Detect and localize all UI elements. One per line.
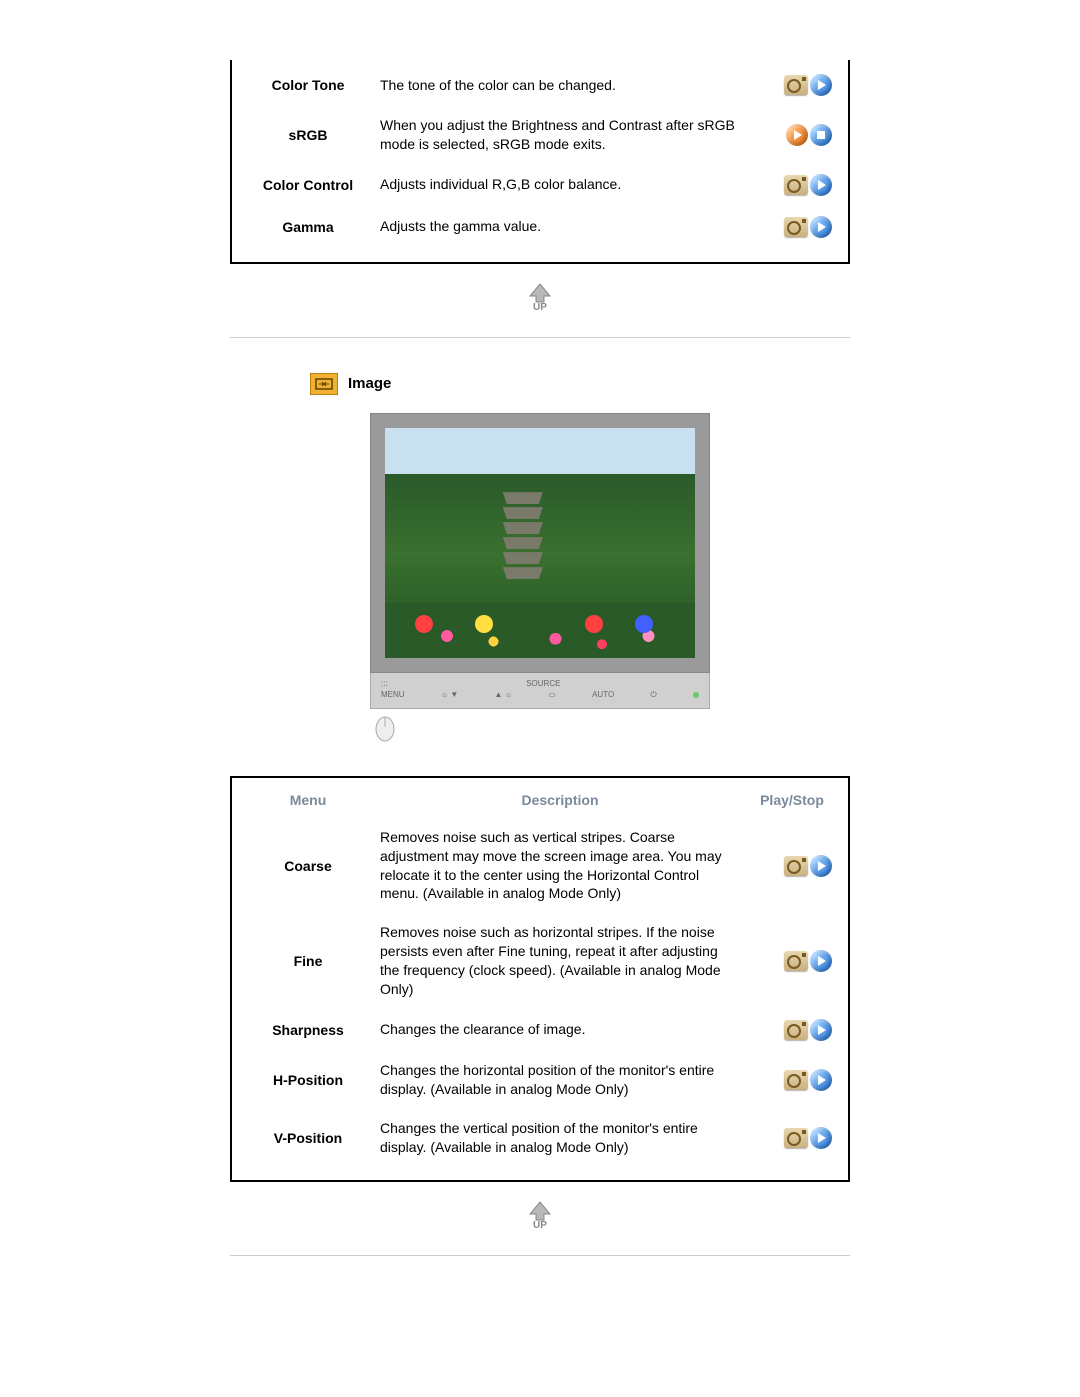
menu-cell: Sharpness bbox=[242, 1009, 374, 1051]
description-cell: Changes the clearance of image. bbox=[374, 1009, 746, 1051]
playstop-cell bbox=[746, 1009, 838, 1051]
table-row: SharpnessChanges the clearance of image. bbox=[242, 1009, 838, 1051]
play-icon[interactable] bbox=[810, 950, 832, 972]
play-icon[interactable] bbox=[810, 74, 832, 96]
image-section-title: Image bbox=[348, 375, 391, 392]
menu-button[interactable]: MENU bbox=[381, 690, 405, 699]
power-led bbox=[693, 692, 699, 698]
table-row: sRGBWhen you adjust the Brightness and C… bbox=[242, 106, 838, 164]
page-content: Color ToneThe tone of the color can be c… bbox=[230, 60, 850, 1256]
camera-icon[interactable] bbox=[784, 1020, 808, 1040]
play-icon[interactable] bbox=[810, 216, 832, 238]
description-cell: Removes noise such as horizontal stripes… bbox=[374, 913, 746, 1009]
panel-dots: ::: bbox=[381, 679, 388, 688]
monitor-screen bbox=[385, 428, 695, 658]
play-icon[interactable] bbox=[786, 124, 808, 146]
menu-cell: Color Tone bbox=[242, 64, 374, 106]
menu-cell: Gamma bbox=[242, 206, 374, 248]
header-menu: Menu bbox=[242, 782, 374, 818]
bright-down-button[interactable]: ☼ ▼ bbox=[441, 690, 458, 699]
description-cell: Adjusts individual R,G,B color balance. bbox=[374, 164, 756, 206]
menu-cell: V-Position bbox=[242, 1109, 374, 1167]
playstop-cell bbox=[756, 206, 838, 248]
description-cell: Adjusts the gamma value. bbox=[374, 206, 756, 248]
table-header-row: Menu Description Play/Stop bbox=[242, 782, 838, 818]
table-row: GammaAdjusts the gamma value. bbox=[242, 206, 838, 248]
pagoda-graphic bbox=[503, 492, 543, 592]
color-table-box: Color ToneThe tone of the color can be c… bbox=[230, 60, 850, 264]
power-button[interactable]: ⏻ bbox=[650, 690, 656, 700]
play-icon[interactable] bbox=[810, 1069, 832, 1091]
playstop-cell bbox=[756, 164, 838, 206]
color-table: Color ToneThe tone of the color can be c… bbox=[242, 64, 838, 248]
menu-cell: H-Position bbox=[242, 1051, 374, 1109]
camera-icon[interactable] bbox=[784, 217, 808, 237]
svg-text:UP: UP bbox=[533, 302, 547, 312]
bright-up-button[interactable]: ▲ ☼ bbox=[495, 690, 512, 699]
image-table: Menu Description Play/Stop CoarseRemoves… bbox=[242, 782, 838, 1167]
table-row: FineRemoves noise such as horizontal str… bbox=[242, 913, 838, 1009]
monitor-button-panel: ::: SOURCE MENU ☼ ▼ ▲ ☼ ▭ AUTO ⏻ bbox=[370, 673, 710, 709]
table-row: Color ControlAdjusts individual R,G,B co… bbox=[242, 164, 838, 206]
lantern-red bbox=[415, 615, 433, 633]
description-cell: The tone of the color can be changed. bbox=[374, 64, 756, 106]
description-cell: Changes the vertical position of the mon… bbox=[374, 1109, 746, 1167]
lantern-blue bbox=[635, 615, 653, 633]
menu-cell: Color Control bbox=[242, 164, 374, 206]
auto-button[interactable]: AUTO bbox=[592, 690, 614, 699]
playstop-cell bbox=[746, 1051, 838, 1109]
play-icon[interactable] bbox=[810, 1127, 832, 1149]
menu-cell: Fine bbox=[242, 913, 374, 1009]
monitor-illustration: ::: SOURCE MENU ☼ ▼ ▲ ☼ ▭ AUTO ⏻ bbox=[370, 413, 710, 746]
up-icon[interactable]: UP bbox=[518, 282, 562, 312]
play-icon[interactable] bbox=[810, 855, 832, 877]
up-icon[interactable]: UP bbox=[518, 1200, 562, 1230]
lantern-yellow bbox=[475, 615, 493, 633]
description-cell: Removes noise such as vertical stripes. … bbox=[374, 818, 746, 914]
source-label: SOURCE bbox=[526, 679, 560, 688]
table-row: V-PositionChanges the vertical position … bbox=[242, 1109, 838, 1167]
menu-cell: sRGB bbox=[242, 106, 374, 164]
table-row: CoarseRemoves noise such as vertical str… bbox=[242, 818, 838, 914]
header-playstop: Play/Stop bbox=[746, 782, 838, 818]
camera-icon[interactable] bbox=[784, 1128, 808, 1148]
camera-icon[interactable] bbox=[784, 951, 808, 971]
camera-icon[interactable] bbox=[784, 75, 808, 95]
camera-icon[interactable] bbox=[784, 856, 808, 876]
menu-cell: Coarse bbox=[242, 818, 374, 914]
play-icon[interactable] bbox=[810, 174, 832, 196]
divider bbox=[230, 1255, 850, 1256]
mouse-icon bbox=[370, 713, 400, 743]
svg-text:UP: UP bbox=[533, 1220, 547, 1230]
image-section-header: Image bbox=[310, 373, 850, 395]
lantern-red-2 bbox=[585, 615, 603, 633]
description-cell: Changes the horizontal position of the m… bbox=[374, 1051, 746, 1109]
playstop-cell bbox=[746, 913, 838, 1009]
header-description: Description bbox=[374, 782, 746, 818]
camera-icon[interactable] bbox=[784, 175, 808, 195]
playstop-cell bbox=[746, 1109, 838, 1167]
description-cell: When you adjust the Brightness and Contr… bbox=[374, 106, 756, 164]
playstop-cell bbox=[756, 64, 838, 106]
monitor-bezel bbox=[370, 413, 710, 673]
divider bbox=[230, 337, 850, 338]
camera-icon[interactable] bbox=[784, 1070, 808, 1090]
table-row: H-PositionChanges the horizontal positio… bbox=[242, 1051, 838, 1109]
playstop-cell bbox=[756, 106, 838, 164]
play-icon[interactable] bbox=[810, 1019, 832, 1041]
stop-icon[interactable] bbox=[810, 124, 832, 146]
table-row: Color ToneThe tone of the color can be c… bbox=[242, 64, 838, 106]
enter-button[interactable]: ▭ bbox=[548, 690, 556, 699]
image-section-icon bbox=[310, 373, 338, 395]
image-table-box: Menu Description Play/Stop CoarseRemoves… bbox=[230, 776, 850, 1183]
playstop-cell bbox=[746, 818, 838, 914]
